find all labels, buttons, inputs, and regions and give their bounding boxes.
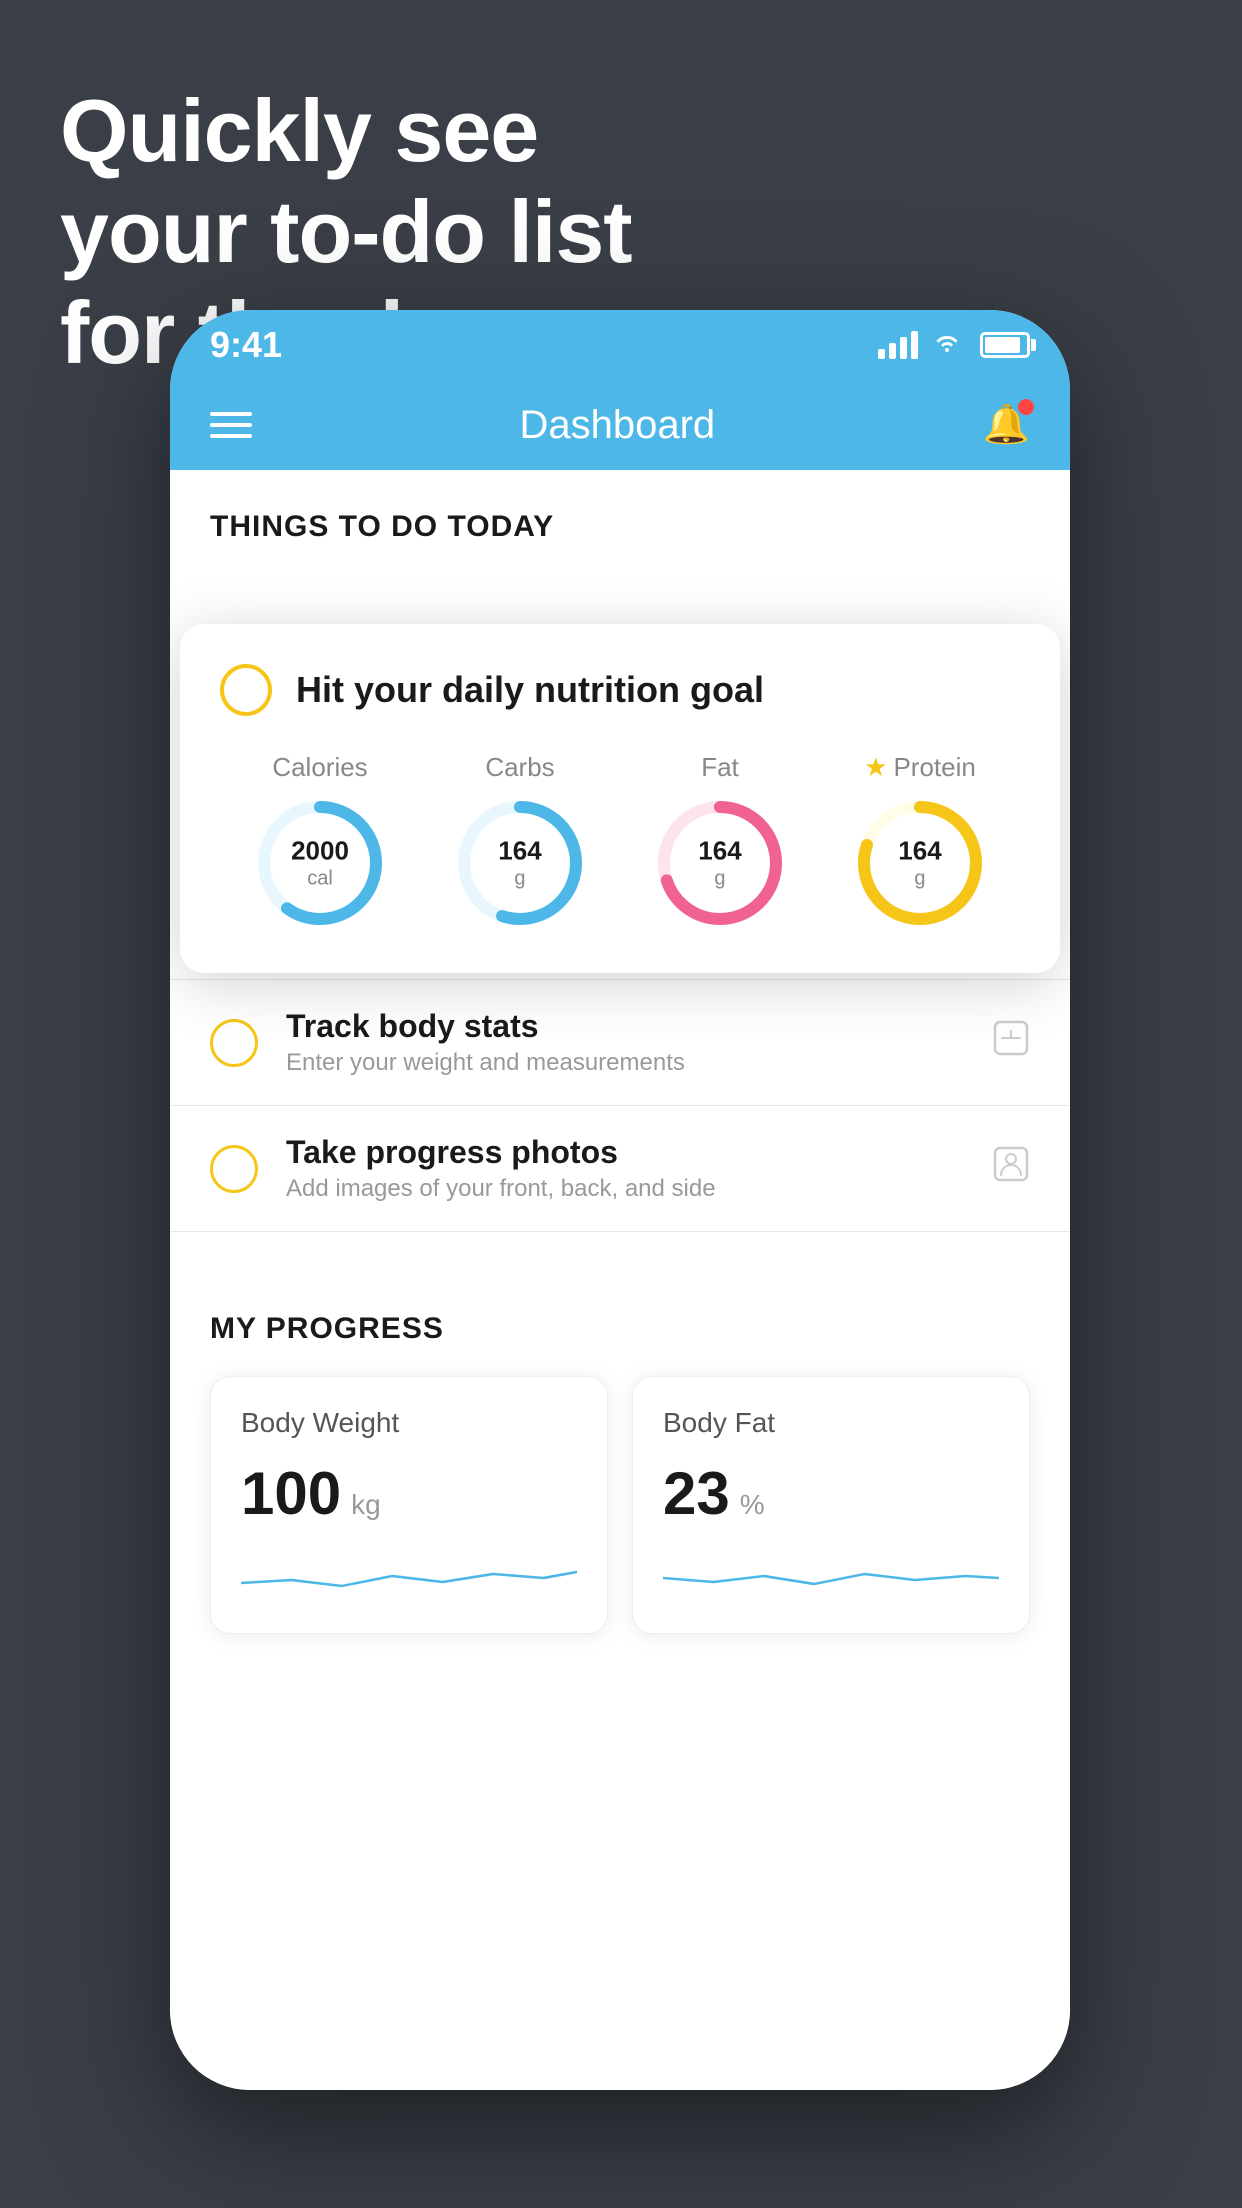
- todo-item-body-stats[interactable]: Track body stats Enter your weight and m…: [170, 980, 1070, 1106]
- todo-item-progress-photos[interactable]: Take progress photos Add images of your …: [170, 1106, 1070, 1232]
- body-fat-title: Body Fat: [663, 1407, 999, 1439]
- body-fat-unit: %: [740, 1489, 765, 1521]
- things-to-do-header: THINGS TO DO TODAY: [170, 470, 1070, 564]
- body-weight-value: 100: [241, 1459, 341, 1528]
- body-weight-title: Body Weight: [241, 1407, 577, 1439]
- nutrition-fat: Fat 164 g: [650, 752, 790, 933]
- nutrition-card: Hit your daily nutrition goal Calories 2: [180, 624, 1060, 973]
- body-stats-subtitle: Enter your weight and measurements: [286, 1049, 964, 1077]
- progress-header: MY PROGRESS: [210, 1312, 1030, 1346]
- wifi-icon: [932, 329, 962, 361]
- body-stats-text: Track body stats Enter your weight and m…: [286, 1008, 964, 1077]
- header-title: Dashboard: [519, 403, 715, 448]
- carbs-label: Carbs: [485, 752, 554, 783]
- body-stats-check-circle[interactable]: [210, 1019, 258, 1067]
- nutrition-calories: Calories 2000 cal: [250, 752, 390, 933]
- progress-section: MY PROGRESS Body Weight 100 kg Body Fat: [170, 1272, 1070, 1674]
- body-fat-sparkline: [663, 1548, 999, 1598]
- notification-dot: [1018, 399, 1034, 415]
- signal-icon: [878, 331, 918, 359]
- protein-label: Protein: [893, 752, 975, 783]
- protein-circle: 164 g: [850, 793, 990, 933]
- app-content: THINGS TO DO TODAY Hit your daily nutrit…: [170, 470, 1070, 2090]
- nutrition-row: Calories 2000 cal: [220, 752, 1020, 933]
- fat-label: Fat: [701, 752, 739, 783]
- progress-cards: Body Weight 100 kg Body Fat 23 %: [210, 1376, 1030, 1634]
- protein-label-row: ★ Protein: [864, 752, 976, 783]
- carbs-circle: 164 g: [450, 793, 590, 933]
- battery-icon: [980, 332, 1030, 358]
- nutrition-check-circle[interactable]: [220, 664, 272, 716]
- progress-photos-title: Take progress photos: [286, 1134, 964, 1171]
- nutrition-card-title: Hit your daily nutrition goal: [296, 669, 764, 711]
- app-header: Dashboard 🔔: [170, 380, 1070, 470]
- scale-icon: [992, 1019, 1030, 1066]
- star-icon: ★: [864, 752, 887, 783]
- body-weight-unit: kg: [351, 1489, 381, 1521]
- notification-bell[interactable]: 🔔: [983, 403, 1030, 447]
- nutrition-carbs: Carbs 164 g: [450, 752, 590, 933]
- person-icon: [992, 1145, 1030, 1192]
- calories-circle: 2000 cal: [250, 793, 390, 933]
- nutrition-protein: ★ Protein 164 g: [850, 752, 990, 933]
- status-time: 9:41: [210, 324, 282, 366]
- status-icons: [878, 329, 1030, 361]
- body-weight-card[interactable]: Body Weight 100 kg: [210, 1376, 608, 1634]
- progress-photos-subtitle: Add images of your front, back, and side: [286, 1175, 964, 1203]
- status-bar: 9:41: [170, 310, 1070, 380]
- phone-mockup: 9:41 Dashboard 🔔 THINGS TO DO TO: [170, 310, 1070, 2090]
- hamburger-menu[interactable]: [210, 412, 252, 438]
- body-stats-title: Track body stats: [286, 1008, 964, 1045]
- body-weight-sparkline: [241, 1548, 577, 1598]
- body-fat-value: 23: [663, 1459, 730, 1528]
- calories-label: Calories: [272, 752, 367, 783]
- fat-circle: 164 g: [650, 793, 790, 933]
- progress-photos-check-circle[interactable]: [210, 1145, 258, 1193]
- progress-photos-text: Take progress photos Add images of your …: [286, 1134, 964, 1203]
- body-fat-card[interactable]: Body Fat 23 %: [632, 1376, 1030, 1634]
